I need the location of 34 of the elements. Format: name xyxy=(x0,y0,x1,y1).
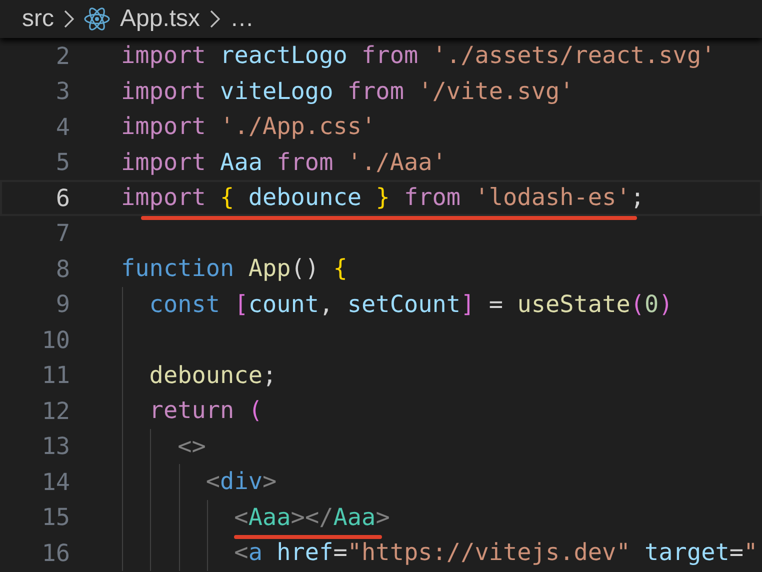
line-number: 6 xyxy=(54,184,70,212)
code-line: <div> xyxy=(204,466,277,497)
line-number: 15 xyxy=(40,503,70,532)
line-number: 10 xyxy=(40,326,70,354)
line-number: 7 xyxy=(54,219,70,248)
line-number: 16 xyxy=(40,538,70,567)
line-number: 2 xyxy=(54,42,70,70)
code-line: return ( xyxy=(148,395,262,426)
code-line: function App() { xyxy=(121,253,348,284)
code-line: import viteLogo from '/vite.svg' xyxy=(121,76,574,106)
line-number: 13 xyxy=(40,432,70,460)
code-line: import Aaa from './Aaa' xyxy=(121,146,446,178)
chevron-icon xyxy=(64,10,74,28)
line-number: 12 xyxy=(40,396,70,425)
line-number: 3 xyxy=(54,77,70,106)
code-line: <Aaa></Aaa> xyxy=(233,502,390,532)
breadcrumb-ellipsis[interactable]: … xyxy=(230,5,254,33)
breadcrumb-item[interactable]: src xyxy=(22,5,54,33)
code-line: import reactLogo from './assets/react.svg' xyxy=(121,40,716,71)
line-number: 11 xyxy=(40,361,70,390)
code-line: debounce; xyxy=(148,360,277,390)
line-number: 4 xyxy=(54,112,70,141)
line-number: 14 xyxy=(40,468,70,496)
atom-icon xyxy=(84,7,110,31)
code-line: import { debounce } from 'lodash-es'; xyxy=(121,182,645,213)
line-number: 5 xyxy=(54,148,70,176)
code-line: <a href="https://vitejs.dev" target=" xyxy=(233,537,758,568)
chevron-icon xyxy=(210,10,220,28)
code-line: <> xyxy=(176,430,206,462)
code-line: const [count, setCount] = useState(0) xyxy=(148,288,673,320)
code-line: import './App.css' xyxy=(121,111,376,142)
line-number: 9 xyxy=(54,290,70,318)
line-number: 8 xyxy=(54,254,70,283)
breadcrumb-item[interactable]: App.tsx xyxy=(120,5,200,33)
